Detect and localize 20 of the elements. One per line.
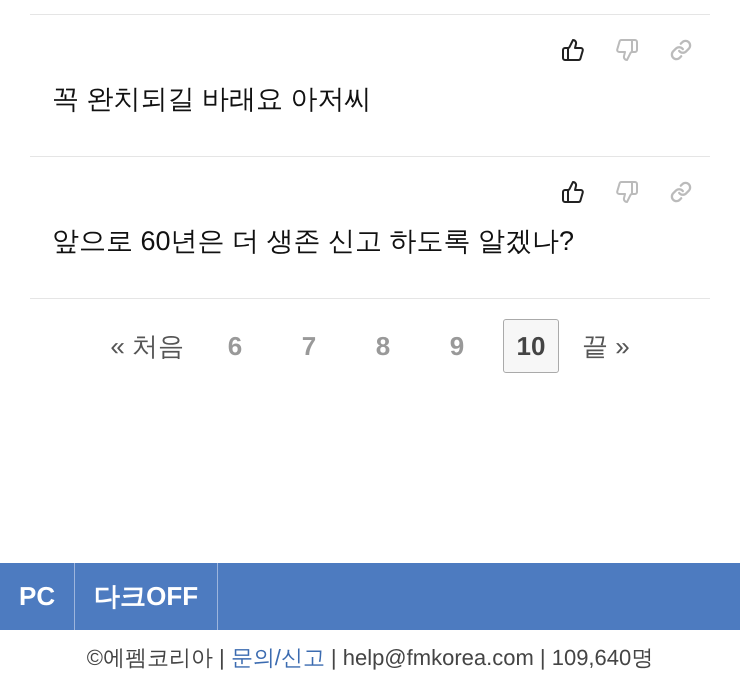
page-number[interactable]: 7	[281, 319, 337, 373]
page-number[interactable]: 8	[355, 319, 411, 373]
pagination-link[interactable]: 끝 »	[577, 319, 635, 373]
bottom-bar-button[interactable]: PC	[0, 563, 76, 630]
link-icon[interactable]	[668, 179, 694, 205]
comment-text: 앞으로 60년은 더 생존 신고 하도록 알겠나?	[52, 226, 574, 256]
link-icon[interactable]	[668, 37, 694, 63]
thumbs-down-icon[interactable]	[614, 179, 640, 205]
bottom-bar-button[interactable]: 다크OFF	[75, 563, 218, 630]
pagination-link[interactable]: « 처음	[105, 319, 189, 373]
thumbs-down-icon[interactable]	[614, 37, 640, 63]
page-number[interactable]: 9	[429, 319, 485, 373]
page-number[interactable]: 6	[207, 319, 263, 373]
page-number[interactable]: 10	[503, 319, 559, 373]
footer-text: | help@fmkorea.com | 109,640명	[330, 644, 654, 672]
thumbs-up-icon[interactable]	[560, 37, 586, 63]
contact-link[interactable]: 문의/신고	[230, 640, 325, 674]
comment-text: 꼭 완치되길 바래요 아저씨	[52, 84, 372, 114]
thumbs-up-icon[interactable]	[560, 179, 586, 205]
footer-text: ©에펨코리아 |	[86, 644, 225, 672]
